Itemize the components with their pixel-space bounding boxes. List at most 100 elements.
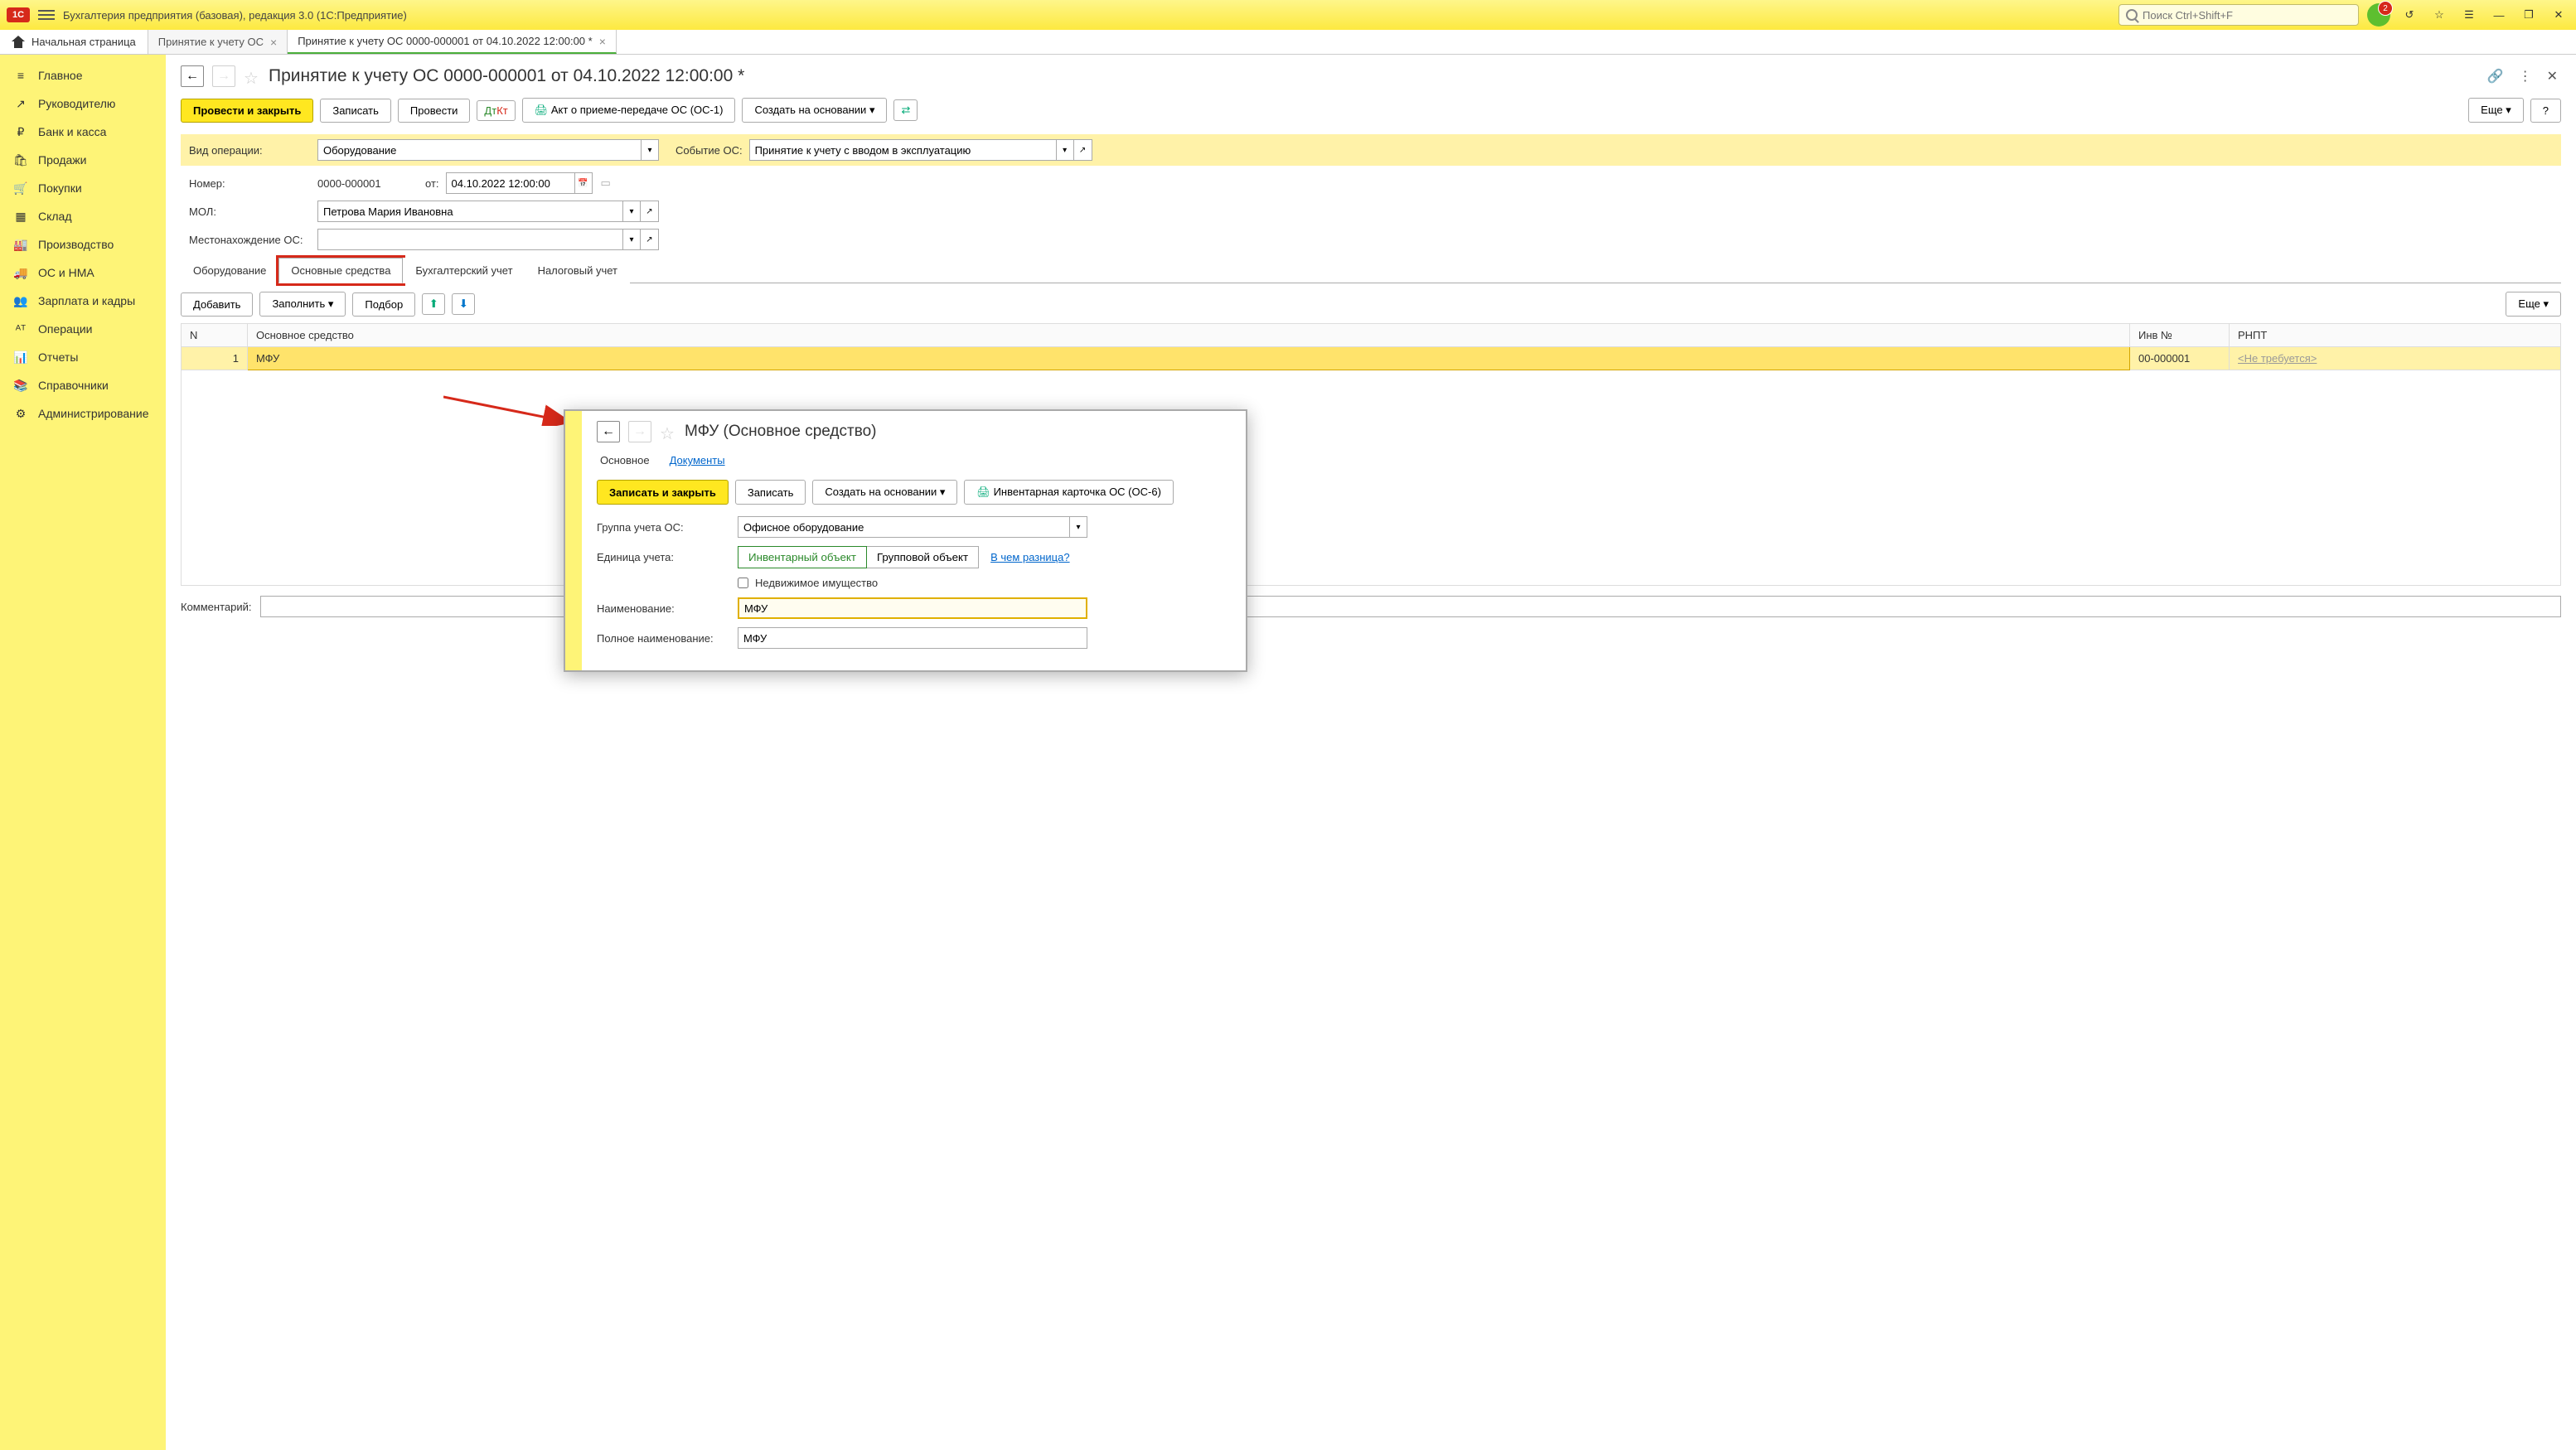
- popup-tab-docs[interactable]: Документы: [670, 451, 725, 470]
- table-row[interactable]: 1 МФУ 00-000001 <Не требуется>: [182, 347, 2561, 370]
- tab-fixed-assets[interactable]: Основные средства: [278, 258, 403, 283]
- popup-save-button[interactable]: Записать: [735, 480, 806, 505]
- cell-rnpt[interactable]: <Не требуется>: [2230, 347, 2561, 370]
- tab-accounting[interactable]: Бухгалтерский учет: [403, 258, 525, 283]
- rnpt-link[interactable]: <Не требуется>: [2238, 352, 2317, 365]
- help-button[interactable]: ?: [2530, 99, 2561, 123]
- tab-tax[interactable]: Налоговый учет: [525, 258, 630, 283]
- nav-main[interactable]: ≡Главное: [0, 61, 166, 89]
- maximize-icon[interactable]: ❐: [2518, 4, 2540, 26]
- dropdown-icon[interactable]: ▾: [641, 139, 659, 161]
- input-event[interactable]: [749, 139, 1056, 161]
- dropdown-icon[interactable]: ▾: [1069, 516, 1087, 538]
- nav-payroll[interactable]: 👥Зарплата и кадры: [0, 287, 166, 315]
- tab-equipment[interactable]: Оборудование: [181, 258, 278, 283]
- minimize-icon[interactable]: —: [2488, 4, 2510, 26]
- col-rnpt[interactable]: РНПТ: [2230, 324, 2561, 347]
- nav-assets[interactable]: 🚚ОС и НМА: [0, 259, 166, 287]
- nav-catalogs[interactable]: 📚Справочники: [0, 371, 166, 399]
- input-fullname[interactable]: [738, 627, 1087, 649]
- popup-tab-main[interactable]: Основное: [600, 451, 650, 470]
- nav-admin[interactable]: ⚙Администрирование: [0, 399, 166, 428]
- label-fullname: Полное наименование:: [597, 632, 738, 645]
- dtkt-button[interactable]: ДтКт: [477, 100, 515, 121]
- forward-button[interactable]: →: [212, 65, 235, 87]
- search-input[interactable]: [2143, 9, 2351, 22]
- cell-inv[interactable]: 00-000001: [2130, 347, 2230, 370]
- history-icon[interactable]: ↺: [2399, 4, 2420, 26]
- more-icon[interactable]: ⋮: [2515, 65, 2535, 88]
- tab-os-acceptance[interactable]: Принятие к учету ОС ×: [148, 30, 288, 54]
- popup-create-based-button[interactable]: Создать на основании ▾: [812, 480, 957, 505]
- input-mol[interactable]: [317, 201, 622, 222]
- nav-reports[interactable]: 📊Отчеты: [0, 343, 166, 371]
- popup-save-close-button[interactable]: Записать и закрыть: [597, 480, 729, 505]
- popup-card-button[interactable]: 🖨 Инвентарная карточка ОС (ОС-6): [964, 480, 1173, 505]
- col-n[interactable]: N: [182, 324, 248, 347]
- input-op-type[interactable]: [317, 139, 641, 161]
- close-icon[interactable]: ×: [599, 35, 606, 48]
- nav-sales[interactable]: 🛍Продажи: [0, 146, 166, 174]
- more-table-button[interactable]: Еще ▾: [2506, 292, 2561, 317]
- input-name[interactable]: [738, 597, 1087, 619]
- input-location[interactable]: [317, 229, 622, 250]
- star-icon[interactable]: ☆: [660, 423, 676, 440]
- structure-button[interactable]: ⇄: [893, 99, 918, 121]
- dropdown-icon[interactable]: ▾: [622, 201, 641, 222]
- input-group[interactable]: [738, 516, 1069, 538]
- nav-operations[interactable]: ᴬᵀОперации: [0, 315, 166, 343]
- col-asset[interactable]: Основное средство: [248, 324, 2130, 347]
- table-toolbar: Добавить Заполнить ▾ Подбор ⬆ ⬇ Еще ▾: [181, 292, 2561, 317]
- ruble-icon: ₽: [13, 124, 28, 139]
- forward-button[interactable]: →: [628, 421, 651, 442]
- open-icon[interactable]: ↗: [641, 229, 659, 250]
- label-mol: МОЛ:: [189, 205, 317, 218]
- tab-os-acceptance-doc[interactable]: Принятие к учету ОС 0000-000001 от 04.10…: [288, 30, 617, 54]
- print-act-button[interactable]: 🖨 Акт о приеме-передаче ОС (ОС-1): [522, 98, 736, 123]
- link-icon[interactable]: 🔗: [2484, 65, 2507, 88]
- close-icon[interactable]: ✕: [2544, 65, 2561, 88]
- col-inv[interactable]: Инв №: [2130, 324, 2230, 347]
- move-down-button[interactable]: ⬇: [452, 293, 475, 315]
- calendar-detail-icon[interactable]: ▭: [601, 176, 611, 190]
- input-date[interactable]: [446, 172, 574, 194]
- star-icon[interactable]: ☆: [244, 68, 260, 85]
- pick-button[interactable]: Подбор: [352, 292, 415, 317]
- notifications-badge[interactable]: [2367, 3, 2390, 27]
- fill-button[interactable]: Заполнить ▾: [259, 292, 346, 317]
- dropdown-icon[interactable]: ▾: [622, 229, 641, 250]
- nav-bank[interactable]: ₽Банк и касса: [0, 118, 166, 146]
- panel-icon[interactable]: ☰: [2458, 4, 2480, 26]
- dropdown-icon[interactable]: ▾: [1056, 139, 1074, 161]
- calendar-icon[interactable]: 📅: [574, 172, 593, 194]
- save-button[interactable]: Записать: [320, 99, 391, 123]
- help-link[interactable]: В чем разница?: [990, 551, 1069, 563]
- toggle-group-object[interactable]: Групповой объект: [867, 546, 979, 568]
- close-window-icon[interactable]: ✕: [2548, 4, 2569, 26]
- create-based-button[interactable]: Создать на основании ▾: [742, 98, 887, 123]
- back-button[interactable]: ←: [597, 421, 620, 442]
- open-icon[interactable]: ↗: [641, 201, 659, 222]
- toggle-inventory[interactable]: Инвентарный объект: [738, 546, 867, 568]
- add-button[interactable]: Добавить: [181, 292, 253, 317]
- nav-purchases[interactable]: 🛒Покупки: [0, 174, 166, 202]
- move-up-button[interactable]: ⬆: [422, 293, 445, 315]
- post-and-close-button[interactable]: Провести и закрыть: [181, 99, 313, 123]
- menu-icon[interactable]: [38, 10, 55, 20]
- favorite-icon[interactable]: ☆: [2428, 4, 2450, 26]
- checkbox-realty[interactable]: [738, 578, 748, 588]
- nav-manager[interactable]: ↗Руководителю: [0, 89, 166, 118]
- bars-icon: 📊: [13, 350, 28, 365]
- nav-production[interactable]: 🏭Производство: [0, 230, 166, 259]
- post-button[interactable]: Провести: [398, 99, 471, 123]
- more-button[interactable]: Еще ▾: [2468, 98, 2524, 123]
- open-icon[interactable]: ↗: [1074, 139, 1092, 161]
- close-icon[interactable]: ×: [270, 36, 277, 49]
- home-tab[interactable]: Начальная страница: [0, 30, 148, 54]
- back-button[interactable]: ←: [181, 65, 204, 87]
- cell-n[interactable]: 1: [182, 347, 248, 370]
- nav-warehouse[interactable]: ▦Склад: [0, 202, 166, 230]
- cell-asset[interactable]: МФУ: [248, 347, 2130, 370]
- global-search[interactable]: [2118, 4, 2359, 26]
- row-number-date: Номер: 0000-000001 от: 📅 ▭: [181, 172, 2561, 194]
